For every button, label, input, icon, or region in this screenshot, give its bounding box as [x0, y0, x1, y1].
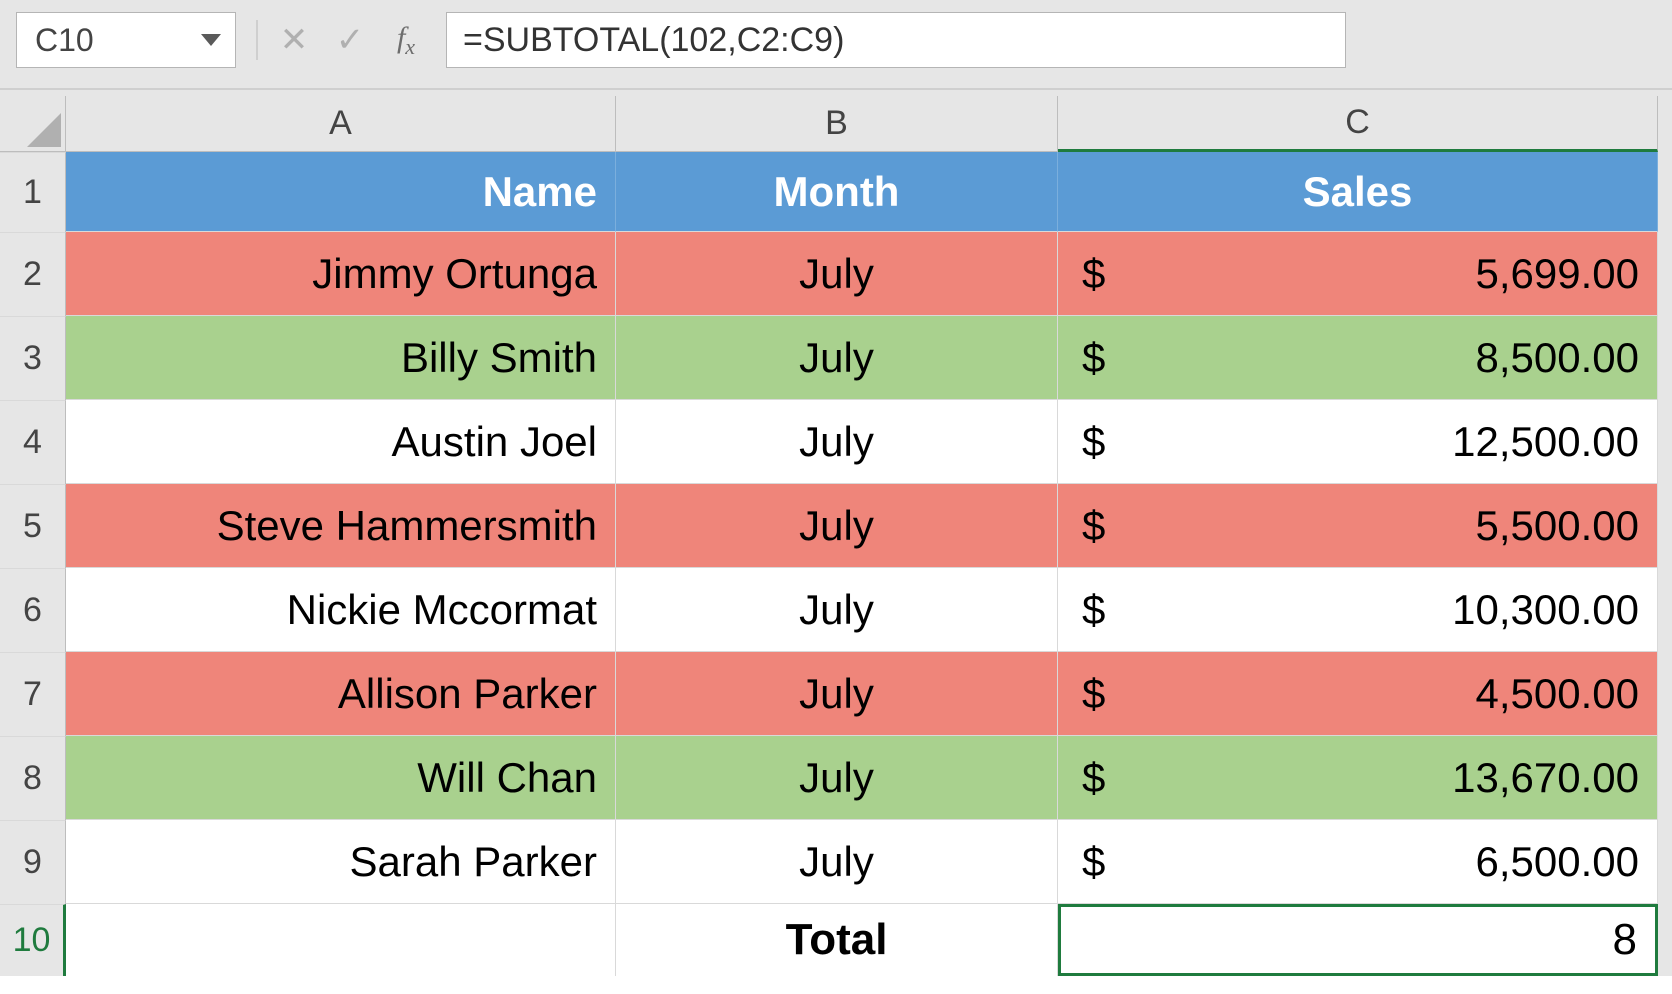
cell-B1[interactable]: Month — [616, 152, 1058, 232]
enter-formula-button[interactable]: ✓ — [322, 12, 378, 68]
sales-value: 4,500.00 — [1476, 670, 1640, 718]
row-header-6[interactable]: 6 — [0, 568, 66, 652]
sales-value: 5,699.00 — [1476, 250, 1640, 298]
row-6: 6 Nickie Mccormat July $ 10,300.00 — [0, 568, 1672, 652]
spreadsheet-grid: A B C 1 Name Month Sales 2 Jimmy Ortunga… — [0, 90, 1672, 976]
cell-B4[interactable]: July — [616, 400, 1058, 484]
fx-icon: fx — [397, 21, 415, 60]
cell-A8[interactable]: Will Chan — [66, 736, 616, 820]
column-header-A[interactable]: A — [66, 96, 616, 152]
currency-symbol: $ — [1082, 502, 1105, 550]
row-10: 10 Total 8 — [0, 904, 1672, 976]
row-header-2[interactable]: 2 — [0, 232, 66, 316]
row-4: 4 Austin Joel July $ 12,500.00 — [0, 400, 1672, 484]
row-8: 8 Will Chan July $ 13,670.00 — [0, 736, 1672, 820]
row-3: 3 Billy Smith July $ 8,500.00 — [0, 316, 1672, 400]
currency-symbol: $ — [1082, 670, 1105, 718]
formula-controls: ✕ ✓ fx — [248, 12, 434, 68]
cell-C9[interactable]: $ 6,500.00 — [1058, 820, 1658, 904]
cell-B7[interactable]: July — [616, 652, 1058, 736]
cell-A1[interactable]: Name — [66, 152, 616, 232]
row-header-3[interactable]: 3 — [0, 316, 66, 400]
row-header-1[interactable]: 1 — [0, 152, 66, 232]
formula-text: =SUBTOTAL(102,C2:C9) — [463, 21, 844, 60]
cell-A6[interactable]: Nickie Mccormat — [66, 568, 616, 652]
chevron-down-icon[interactable] — [201, 34, 221, 46]
select-all-triangle[interactable] — [0, 96, 66, 152]
currency-symbol: $ — [1082, 418, 1105, 466]
cell-C4[interactable]: $ 12,500.00 — [1058, 400, 1658, 484]
sales-value: 10,300.00 — [1452, 586, 1639, 634]
cell-B10[interactable]: Total — [616, 904, 1058, 976]
row-header-8[interactable]: 8 — [0, 736, 66, 820]
cell-C1[interactable]: Sales — [1058, 152, 1658, 232]
row-7: 7 Allison Parker July $ 4,500.00 — [0, 652, 1672, 736]
cell-B2[interactable]: July — [616, 232, 1058, 316]
sales-value: 8,500.00 — [1476, 334, 1640, 382]
cell-C3[interactable]: $ 8,500.00 — [1058, 316, 1658, 400]
sales-value: 13,670.00 — [1452, 754, 1639, 802]
row-2: 2 Jimmy Ortunga July $ 5,699.00 — [0, 232, 1672, 316]
sheet-rows: 1 Name Month Sales 2 Jimmy Ortunga July … — [0, 152, 1672, 976]
cell-B8[interactable]: July — [616, 736, 1058, 820]
cell-C8[interactable]: $ 13,670.00 — [1058, 736, 1658, 820]
name-box-value: C10 — [35, 22, 94, 59]
cell-B5[interactable]: July — [616, 484, 1058, 568]
name-box[interactable]: C10 — [16, 12, 236, 68]
cell-A5[interactable]: Steve Hammersmith — [66, 484, 616, 568]
cell-B9[interactable]: July — [616, 820, 1058, 904]
insert-function-button[interactable]: fx — [378, 12, 434, 68]
row-header-7[interactable]: 7 — [0, 652, 66, 736]
column-header-C[interactable]: C — [1058, 96, 1658, 152]
cell-C10-selected[interactable]: 8 — [1058, 904, 1658, 976]
sales-value: 6,500.00 — [1476, 838, 1640, 886]
x-icon: ✕ — [280, 20, 309, 60]
cell-B6[interactable]: July — [616, 568, 1058, 652]
row-header-9[interactable]: 9 — [0, 820, 66, 904]
divider — [256, 20, 258, 60]
cell-A9[interactable]: Sarah Parker — [66, 820, 616, 904]
cell-C2[interactable]: $ 5,699.00 — [1058, 232, 1658, 316]
row-9: 9 Sarah Parker July $ 6,500.00 — [0, 820, 1672, 904]
row-1: 1 Name Month Sales — [0, 152, 1672, 232]
currency-symbol: $ — [1082, 334, 1105, 382]
column-headers: A B C — [0, 96, 1672, 152]
cancel-formula-button[interactable]: ✕ — [266, 12, 322, 68]
cell-A2[interactable]: Jimmy Ortunga — [66, 232, 616, 316]
row-header-5[interactable]: 5 — [0, 484, 66, 568]
column-header-B[interactable]: B — [616, 96, 1058, 152]
cell-A10[interactable] — [66, 904, 616, 976]
row-header-10[interactable]: 10 — [0, 904, 66, 976]
cell-A4[interactable]: Austin Joel — [66, 400, 616, 484]
cell-B3[interactable]: July — [616, 316, 1058, 400]
check-icon: ✓ — [336, 20, 365, 60]
row-header-4[interactable]: 4 — [0, 400, 66, 484]
cell-C5[interactable]: $ 5,500.00 — [1058, 484, 1658, 568]
currency-symbol: $ — [1082, 250, 1105, 298]
currency-symbol: $ — [1082, 838, 1105, 886]
cell-C7[interactable]: $ 4,500.00 — [1058, 652, 1658, 736]
cell-A3[interactable]: Billy Smith — [66, 316, 616, 400]
formula-input[interactable]: =SUBTOTAL(102,C2:C9) — [446, 12, 1346, 68]
formula-bar: C10 ✕ ✓ fx =SUBTOTAL(102,C2:C9) — [0, 0, 1672, 90]
sales-value: 5,500.00 — [1476, 502, 1640, 550]
currency-symbol: $ — [1082, 754, 1105, 802]
cell-C6[interactable]: $ 10,300.00 — [1058, 568, 1658, 652]
sales-value: 12,500.00 — [1452, 418, 1639, 466]
currency-symbol: $ — [1082, 586, 1105, 634]
row-5: 5 Steve Hammersmith July $ 5,500.00 — [0, 484, 1672, 568]
cell-A7[interactable]: Allison Parker — [66, 652, 616, 736]
